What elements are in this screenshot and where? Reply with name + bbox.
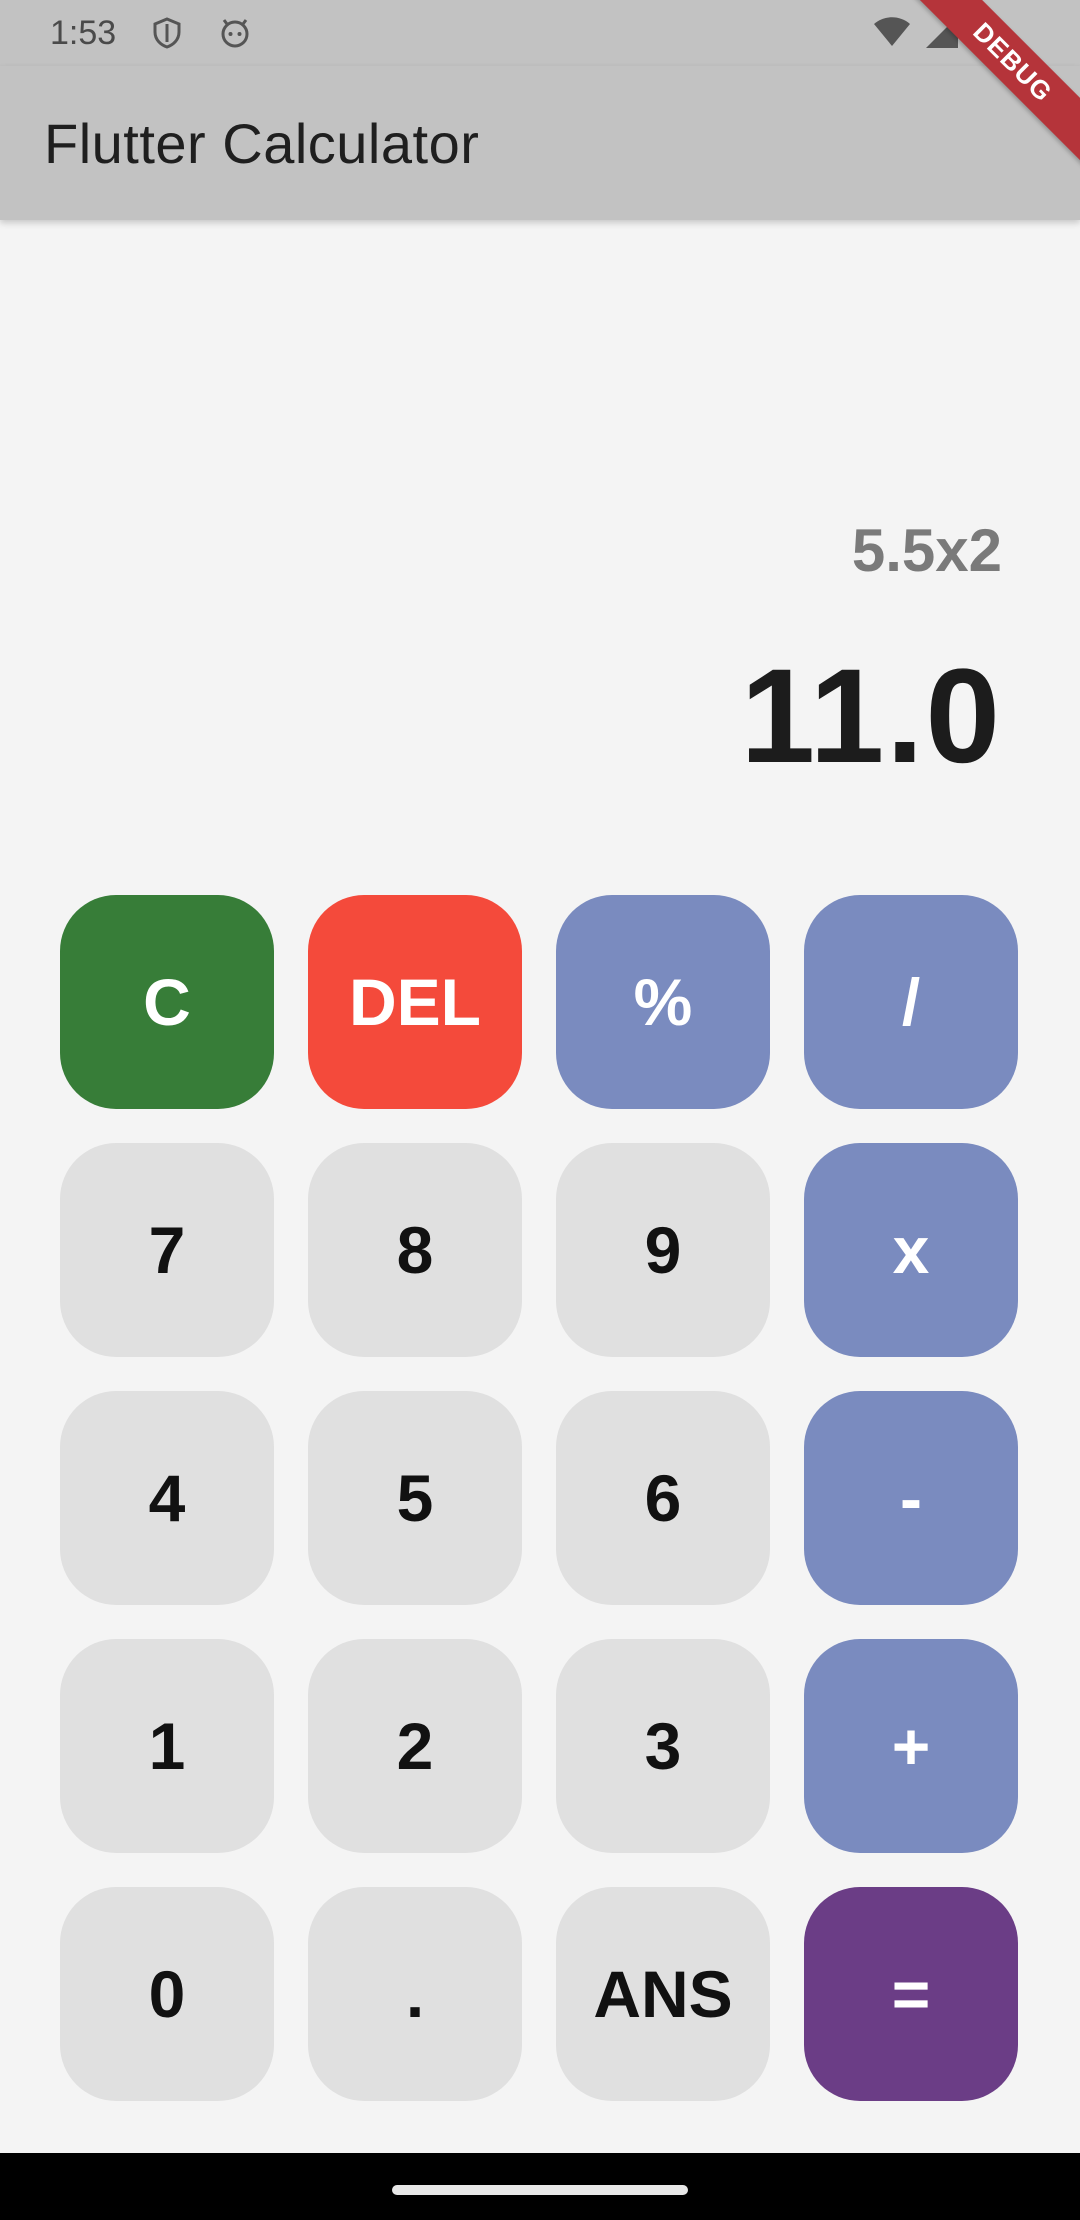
status-time: 1:53 — [50, 13, 117, 52]
percent-button[interactable]: % — [556, 895, 770, 1109]
result-display: 11.0 — [740, 642, 1002, 791]
digit-8-button[interactable]: 8 — [308, 1143, 522, 1357]
wifi-icon — [872, 14, 912, 55]
calculator-screen: 1:53 Flutter Calculator DEBUG 5.5x2 11.0… — [0, 0, 1080, 2220]
navigation-bar — [0, 2153, 1080, 2220]
digit-9-button[interactable]: 9 — [556, 1143, 770, 1357]
digit-6-button[interactable]: 6 — [556, 1391, 770, 1605]
app-title: Flutter Calculator — [44, 111, 480, 175]
digit-5-button[interactable]: 5 — [308, 1391, 522, 1605]
digit-4-button[interactable]: 4 — [60, 1391, 274, 1605]
digit-7-button[interactable]: 7 — [60, 1143, 274, 1357]
answer-button[interactable]: ANS — [556, 1887, 770, 2101]
divide-button[interactable]: / — [804, 895, 1018, 1109]
home-gesture-handle[interactable] — [392, 2185, 688, 2195]
keypad: C DEL % / 7 8 9 x 4 5 6 - 1 2 3 + 0 . AN… — [60, 895, 1020, 2101]
app-bar: Flutter Calculator — [0, 66, 1080, 220]
digit-1-button[interactable]: 1 — [60, 1639, 274, 1853]
clear-button[interactable]: C — [60, 895, 274, 1109]
android-face-icon — [218, 16, 252, 50]
subtract-button[interactable]: - — [804, 1391, 1018, 1605]
add-button[interactable]: + — [804, 1639, 1018, 1853]
delete-button[interactable]: DEL — [308, 895, 522, 1109]
digit-0-button[interactable]: 0 — [60, 1887, 274, 2101]
digit-2-button[interactable]: 2 — [308, 1639, 522, 1853]
expression-display: 5.5x2 — [851, 517, 1002, 584]
shield-icon — [150, 16, 184, 50]
multiply-button[interactable]: x — [804, 1143, 1018, 1357]
decimal-button[interactable]: . — [308, 1887, 522, 2101]
digit-3-button[interactable]: 3 — [556, 1639, 770, 1853]
equals-button[interactable]: = — [804, 1887, 1018, 2101]
